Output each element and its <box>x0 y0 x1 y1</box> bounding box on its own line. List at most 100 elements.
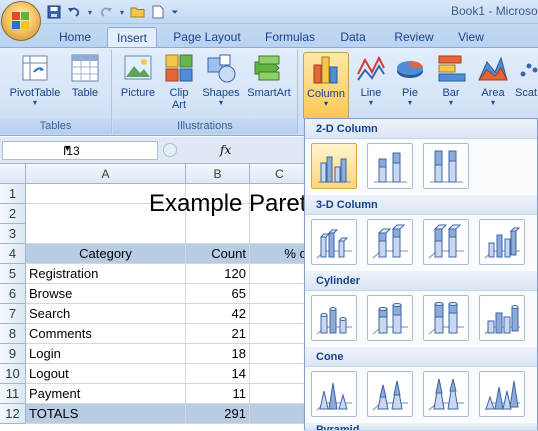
office-button[interactable] <box>1 1 41 41</box>
scatter-chart-button[interactable]: Scat <box>515 52 538 99</box>
header-percent[interactable]: % c <box>250 244 310 264</box>
header-category[interactable]: Category <box>26 244 186 264</box>
tab-home[interactable]: Home <box>55 27 95 48</box>
column-chart-button[interactable]: Column ▾ <box>303 52 349 120</box>
row-header-8[interactable]: 8 <box>0 324 26 344</box>
row-header-10[interactable]: 10 <box>0 364 26 384</box>
column-chart-dropdown-icon: ▾ <box>323 99 328 108</box>
count-cell[interactable]: 120 <box>186 264 250 284</box>
100-stacked-cylinder-thumb[interactable] <box>423 295 469 341</box>
cell-a3[interactable] <box>26 224 186 244</box>
percent-cell[interactable] <box>250 264 310 284</box>
customize-toolbar-icon[interactable]: ⏷ <box>170 4 180 20</box>
gallery-section-3d-column: 3-D Column <box>305 195 537 215</box>
category-cell[interactable]: Payment <box>26 384 186 404</box>
smartart-button[interactable]: SmartArt <box>245 52 293 99</box>
category-cell[interactable]: Login <box>26 344 186 364</box>
percent-cell[interactable] <box>250 284 310 304</box>
count-cell[interactable]: 14 <box>186 364 250 384</box>
totals-percent[interactable] <box>250 404 310 424</box>
column-header-c[interactable]: C <box>250 164 310 184</box>
tab-review[interactable]: Review <box>388 27 440 48</box>
row-header-9[interactable]: 9 <box>0 344 26 364</box>
redo-icon[interactable] <box>98 4 114 20</box>
tab-insert[interactable]: Insert <box>107 27 157 48</box>
pivottable-button[interactable]: PivotTable ▾ <box>6 52 64 107</box>
tab-formulas[interactable]: Formulas <box>257 27 323 48</box>
category-cell[interactable]: Browse <box>26 284 186 304</box>
column-header-b[interactable]: B <box>186 164 250 184</box>
stacked-column-thumb[interactable] <box>367 143 413 189</box>
stacked-cylinder-thumb[interactable] <box>367 295 413 341</box>
count-cell[interactable]: 18 <box>186 344 250 364</box>
percent-cell[interactable] <box>250 344 310 364</box>
scatter-chart-label: Scat <box>515 87 538 99</box>
picture-button[interactable]: Picture <box>117 52 159 99</box>
shapes-button[interactable]: Shapes ▾ <box>199 52 243 107</box>
undo-icon[interactable] <box>66 4 82 20</box>
smartart-icon <box>253 52 285 84</box>
tab-page-layout[interactable]: Page Layout <box>166 27 248 48</box>
clustered-column-thumb[interactable] <box>311 143 357 189</box>
column-header-a[interactable]: A <box>26 164 186 184</box>
area-chart-button[interactable]: Area ▾ <box>473 52 513 107</box>
row-header-6[interactable]: 6 <box>0 284 26 304</box>
3d-cone-thumb[interactable] <box>479 371 525 417</box>
clipart-button[interactable]: Clip Art <box>162 52 196 111</box>
table-button[interactable]: Table <box>66 52 104 99</box>
totals-label[interactable]: TOTALS <box>26 404 186 424</box>
percent-cell[interactable] <box>250 324 310 344</box>
open-folder-icon[interactable] <box>130 4 146 20</box>
totals-count[interactable]: 291 <box>186 404 250 424</box>
count-cell[interactable]: 11 <box>186 384 250 404</box>
new-document-icon[interactable] <box>150 4 166 20</box>
100-stacked-column-thumb[interactable] <box>423 143 469 189</box>
count-cell[interactable]: 21 <box>186 324 250 344</box>
row-header-4[interactable]: 4 <box>0 244 26 264</box>
count-cell[interactable]: 42 <box>186 304 250 324</box>
row-header-3[interactable]: 3 <box>0 224 26 244</box>
undo-dropdown-icon[interactable]: ▾ <box>86 4 94 20</box>
3d-cylinder-thumb[interactable] <box>479 295 525 341</box>
bar-chart-button[interactable]: Bar ▾ <box>431 52 471 107</box>
row-header-7[interactable]: 7 <box>0 304 26 324</box>
header-count[interactable]: Count <box>186 244 250 264</box>
3d-clustered-column-thumb[interactable] <box>311 219 357 265</box>
tables-group: PivotTable ▾ Table Tables <box>0 50 112 134</box>
save-icon[interactable] <box>46 4 62 20</box>
3d-100-stacked-column-thumb[interactable] <box>423 219 469 265</box>
count-cell[interactable]: 65 <box>186 284 250 304</box>
category-cell[interactable]: Logout <box>26 364 186 384</box>
clustered-cylinder-thumb[interactable] <box>311 295 357 341</box>
line-chart-button[interactable]: Line ▾ <box>351 52 391 107</box>
3d-stacked-column-thumb[interactable] <box>367 219 413 265</box>
clustered-cone-thumb[interactable] <box>311 371 357 417</box>
row-header-1[interactable]: 1 <box>0 184 26 204</box>
percent-cell[interactable] <box>250 304 310 324</box>
row-header-11[interactable]: 11 <box>0 384 26 404</box>
insert-function-icon[interactable]: fx <box>220 143 231 157</box>
name-box-dropdown-icon[interactable]: ▼ <box>63 143 153 153</box>
row-header-12[interactable]: 12 <box>0 404 26 424</box>
formula-bar-resize-handle[interactable] <box>163 143 177 157</box>
pie-chart-button[interactable]: Pie ▾ <box>392 52 428 107</box>
cell-b3[interactable] <box>186 224 250 244</box>
category-cell[interactable]: Registration <box>26 264 186 284</box>
tab-view[interactable]: View <box>450 27 492 48</box>
cell-c3[interactable] <box>250 224 310 244</box>
percent-cell[interactable] <box>250 384 310 404</box>
select-all-corner[interactable] <box>0 164 26 184</box>
3d-column-thumb[interactable] <box>479 219 525 265</box>
category-cell[interactable]: Comments <box>26 324 186 344</box>
100-stacked-cone-thumb[interactable] <box>423 371 469 417</box>
percent-cell[interactable] <box>250 364 310 384</box>
row-header-5[interactable]: 5 <box>0 264 26 284</box>
stacked-cone-thumb[interactable] <box>367 371 413 417</box>
area-chart-icon <box>477 52 509 84</box>
redo-dropdown-icon[interactable]: ▾ <box>118 4 126 20</box>
sheet-title[interactable]: Example Paret <box>149 190 306 218</box>
name-box[interactable]: I13 ▼ <box>2 141 158 160</box>
row-header-2[interactable]: 2 <box>0 204 26 224</box>
category-cell[interactable]: Search <box>26 304 186 324</box>
tab-data[interactable]: Data <box>330 27 376 48</box>
